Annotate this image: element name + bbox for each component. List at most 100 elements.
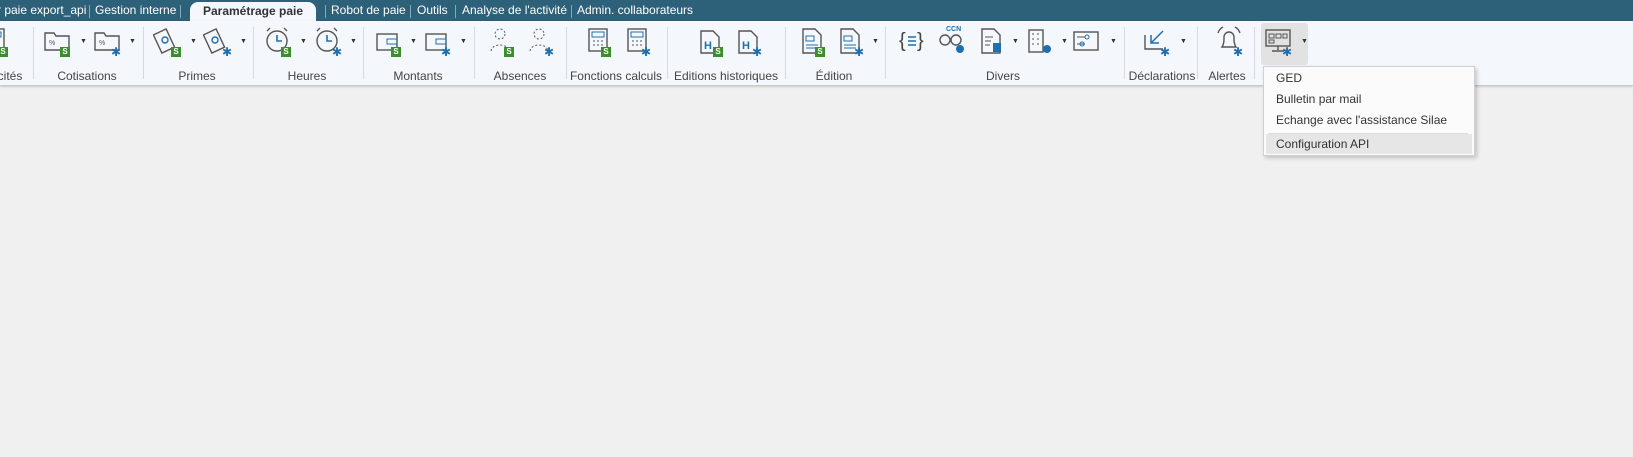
gear-icon: ✱	[1282, 45, 1293, 59]
cotisations-societe-icon[interactable]: % S	[42, 25, 74, 59]
tab-separator	[325, 5, 326, 18]
dropdown-arrow-icon[interactable]: ▼	[1110, 38, 1117, 45]
gear-icon: ✱	[1233, 45, 1244, 59]
edition-parametrage-icon[interactable]: ✱	[835, 25, 867, 59]
svg-text:{: {	[899, 30, 906, 52]
group-separator	[33, 27, 34, 79]
dropdown-arrow-icon[interactable]: ▼	[80, 38, 87, 45]
menu-item-configuration-api[interactable]: Configuration API	[1266, 134, 1472, 154]
calcul-list-icon[interactable]	[976, 25, 1008, 59]
societe-badge-icon: S	[713, 47, 723, 57]
group-separator	[885, 27, 886, 79]
gear-icon: ✱	[544, 45, 555, 59]
tab-analyse-activite[interactable]: Analyse de l'activité	[462, 3, 567, 17]
partial-icon[interactable]: S	[0, 25, 12, 59]
fonctions-calculs-parametrage-icon[interactable]: ✱	[622, 25, 654, 59]
dropdown-arrow-icon[interactable]: ▼	[240, 38, 247, 45]
group-separator	[1254, 27, 1255, 79]
svg-text:%: %	[49, 40, 55, 47]
dropdown-arrow-icon[interactable]: ▼	[300, 38, 307, 45]
etablissement-icon[interactable]	[1023, 25, 1055, 59]
gear-icon: ✱	[441, 45, 452, 59]
configuration-icon[interactable]: ✱	[1263, 25, 1295, 59]
gear-icon: ✱	[1160, 45, 1171, 59]
group-separator	[1197, 27, 1198, 79]
tab-separator	[410, 5, 411, 18]
dropdown-arrow-icon[interactable]: ▼	[460, 38, 467, 45]
group-label-declarations: Déclarations	[1128, 69, 1196, 83]
editions-historiques-parametrage-icon[interactable]: H ✱	[733, 25, 765, 59]
societe-badge-icon: S	[0, 47, 8, 57]
dropdown-arrow-icon[interactable]: ▼	[1180, 38, 1187, 45]
societe-badge-icon: S	[391, 47, 401, 57]
absences-societe-icon[interactable]: S	[486, 25, 518, 59]
tab-gestion-interne[interactable]: Gestion interne	[95, 3, 176, 17]
gear-icon: ✱	[641, 45, 652, 59]
svg-text:H: H	[742, 40, 750, 52]
menu-item-echange-assistance[interactable]: Echange avec l'assistance Silae	[1266, 110, 1472, 130]
dropdown-arrow-icon[interactable]: ▼	[1301, 38, 1308, 45]
menu-item-bulletin-par-mail[interactable]: Bulletin par mail	[1266, 89, 1472, 109]
cotisations-parametrage-icon[interactable]: % ✱	[92, 25, 124, 59]
group-label-montants: Montants	[393, 69, 443, 83]
group-label-cotisations: Cotisations	[57, 69, 117, 83]
primes-parametrage-icon[interactable]: ✱	[203, 25, 235, 59]
tab-admin-collaborateurs[interactable]: Admin. collaborateurs	[577, 3, 693, 17]
svg-text:%: %	[99, 40, 105, 47]
fonctions-calculs-societe-icon[interactable]: S	[583, 25, 615, 59]
group-label-divers: Divers	[985, 69, 1021, 83]
alertes-icon[interactable]: ✱	[1214, 25, 1246, 59]
societe-badge-icon: S	[601, 47, 611, 57]
absences-parametrage-icon[interactable]: ✱	[525, 25, 557, 59]
dropdown-arrow-icon[interactable]: ▼	[872, 38, 879, 45]
gear-icon: ✱	[854, 45, 865, 59]
group-separator	[566, 27, 567, 79]
societe-badge-icon: S	[60, 47, 70, 57]
tab-parametrage-paie[interactable]: Paramétrage paie	[190, 2, 316, 22]
group-label-primes: Primes	[178, 69, 216, 83]
montants-societe-icon[interactable]: S	[373, 25, 405, 59]
dropdown-arrow-icon[interactable]: ▼	[190, 38, 197, 45]
tab-robot-de-paie[interactable]: Robot de paie	[331, 3, 406, 17]
edition-societe-icon[interactable]: S	[797, 25, 829, 59]
tab-outils[interactable]: Outils	[417, 3, 448, 17]
dropdown-arrow-icon[interactable]: ▼	[350, 38, 357, 45]
group-label-cites: cités	[0, 69, 23, 83]
group-label-absences: Absences	[493, 69, 547, 83]
primes-societe-icon[interactable]: S	[153, 25, 185, 59]
svg-text:H: H	[704, 40, 712, 52]
group-separator	[785, 27, 786, 79]
gear-icon: ✱	[111, 45, 122, 59]
menu-item-ged[interactable]: GED	[1266, 68, 1472, 88]
dropdown-arrow-icon[interactable]: ▼	[129, 38, 136, 45]
gear-icon: ✱	[332, 45, 343, 59]
group-separator	[143, 27, 144, 79]
heures-parametrage-icon[interactable]: ✱	[313, 25, 345, 59]
group-separator	[667, 27, 668, 79]
group-separator	[474, 27, 475, 79]
tab-separator	[89, 5, 90, 18]
ccn-icon[interactable]: CCN	[937, 25, 969, 59]
dropdown-arrow-icon[interactable]: ▼	[1061, 38, 1068, 45]
tab-bar: r paie export_api Gestion interne Paramé…	[0, 0, 1633, 22]
variables-icon[interactable]: {}	[897, 25, 929, 59]
group-label-editions-historiques: Editions historiques	[673, 69, 779, 83]
montants-parametrage-icon[interactable]: ✱	[422, 25, 454, 59]
settings-view-icon[interactable]	[1071, 25, 1103, 59]
svg-text:CCN: CCN	[946, 26, 961, 33]
editions-historiques-societe-icon[interactable]: HS	[695, 25, 727, 59]
group-label-edition: Édition	[815, 69, 853, 83]
svg-text:}: }	[917, 30, 924, 52]
group-label-fonctions-calculs: Fonctions calculs	[569, 69, 663, 83]
group-separator	[253, 27, 254, 79]
heures-societe-icon[interactable]: S	[263, 25, 295, 59]
dropdown-arrow-icon[interactable]: ▼	[1012, 38, 1019, 45]
declarations-icon[interactable]: ✱	[1141, 25, 1173, 59]
tab-separator	[180, 5, 181, 18]
group-separator	[1124, 27, 1125, 79]
group-label-heures: Heures	[287, 69, 327, 83]
societe-badge-icon: S	[815, 47, 825, 57]
group-label-alertes: Alertes	[1208, 69, 1246, 83]
tab-paie-export-api[interactable]: r paie export_api	[0, 3, 86, 17]
dropdown-arrow-icon[interactable]: ▼	[410, 38, 417, 45]
